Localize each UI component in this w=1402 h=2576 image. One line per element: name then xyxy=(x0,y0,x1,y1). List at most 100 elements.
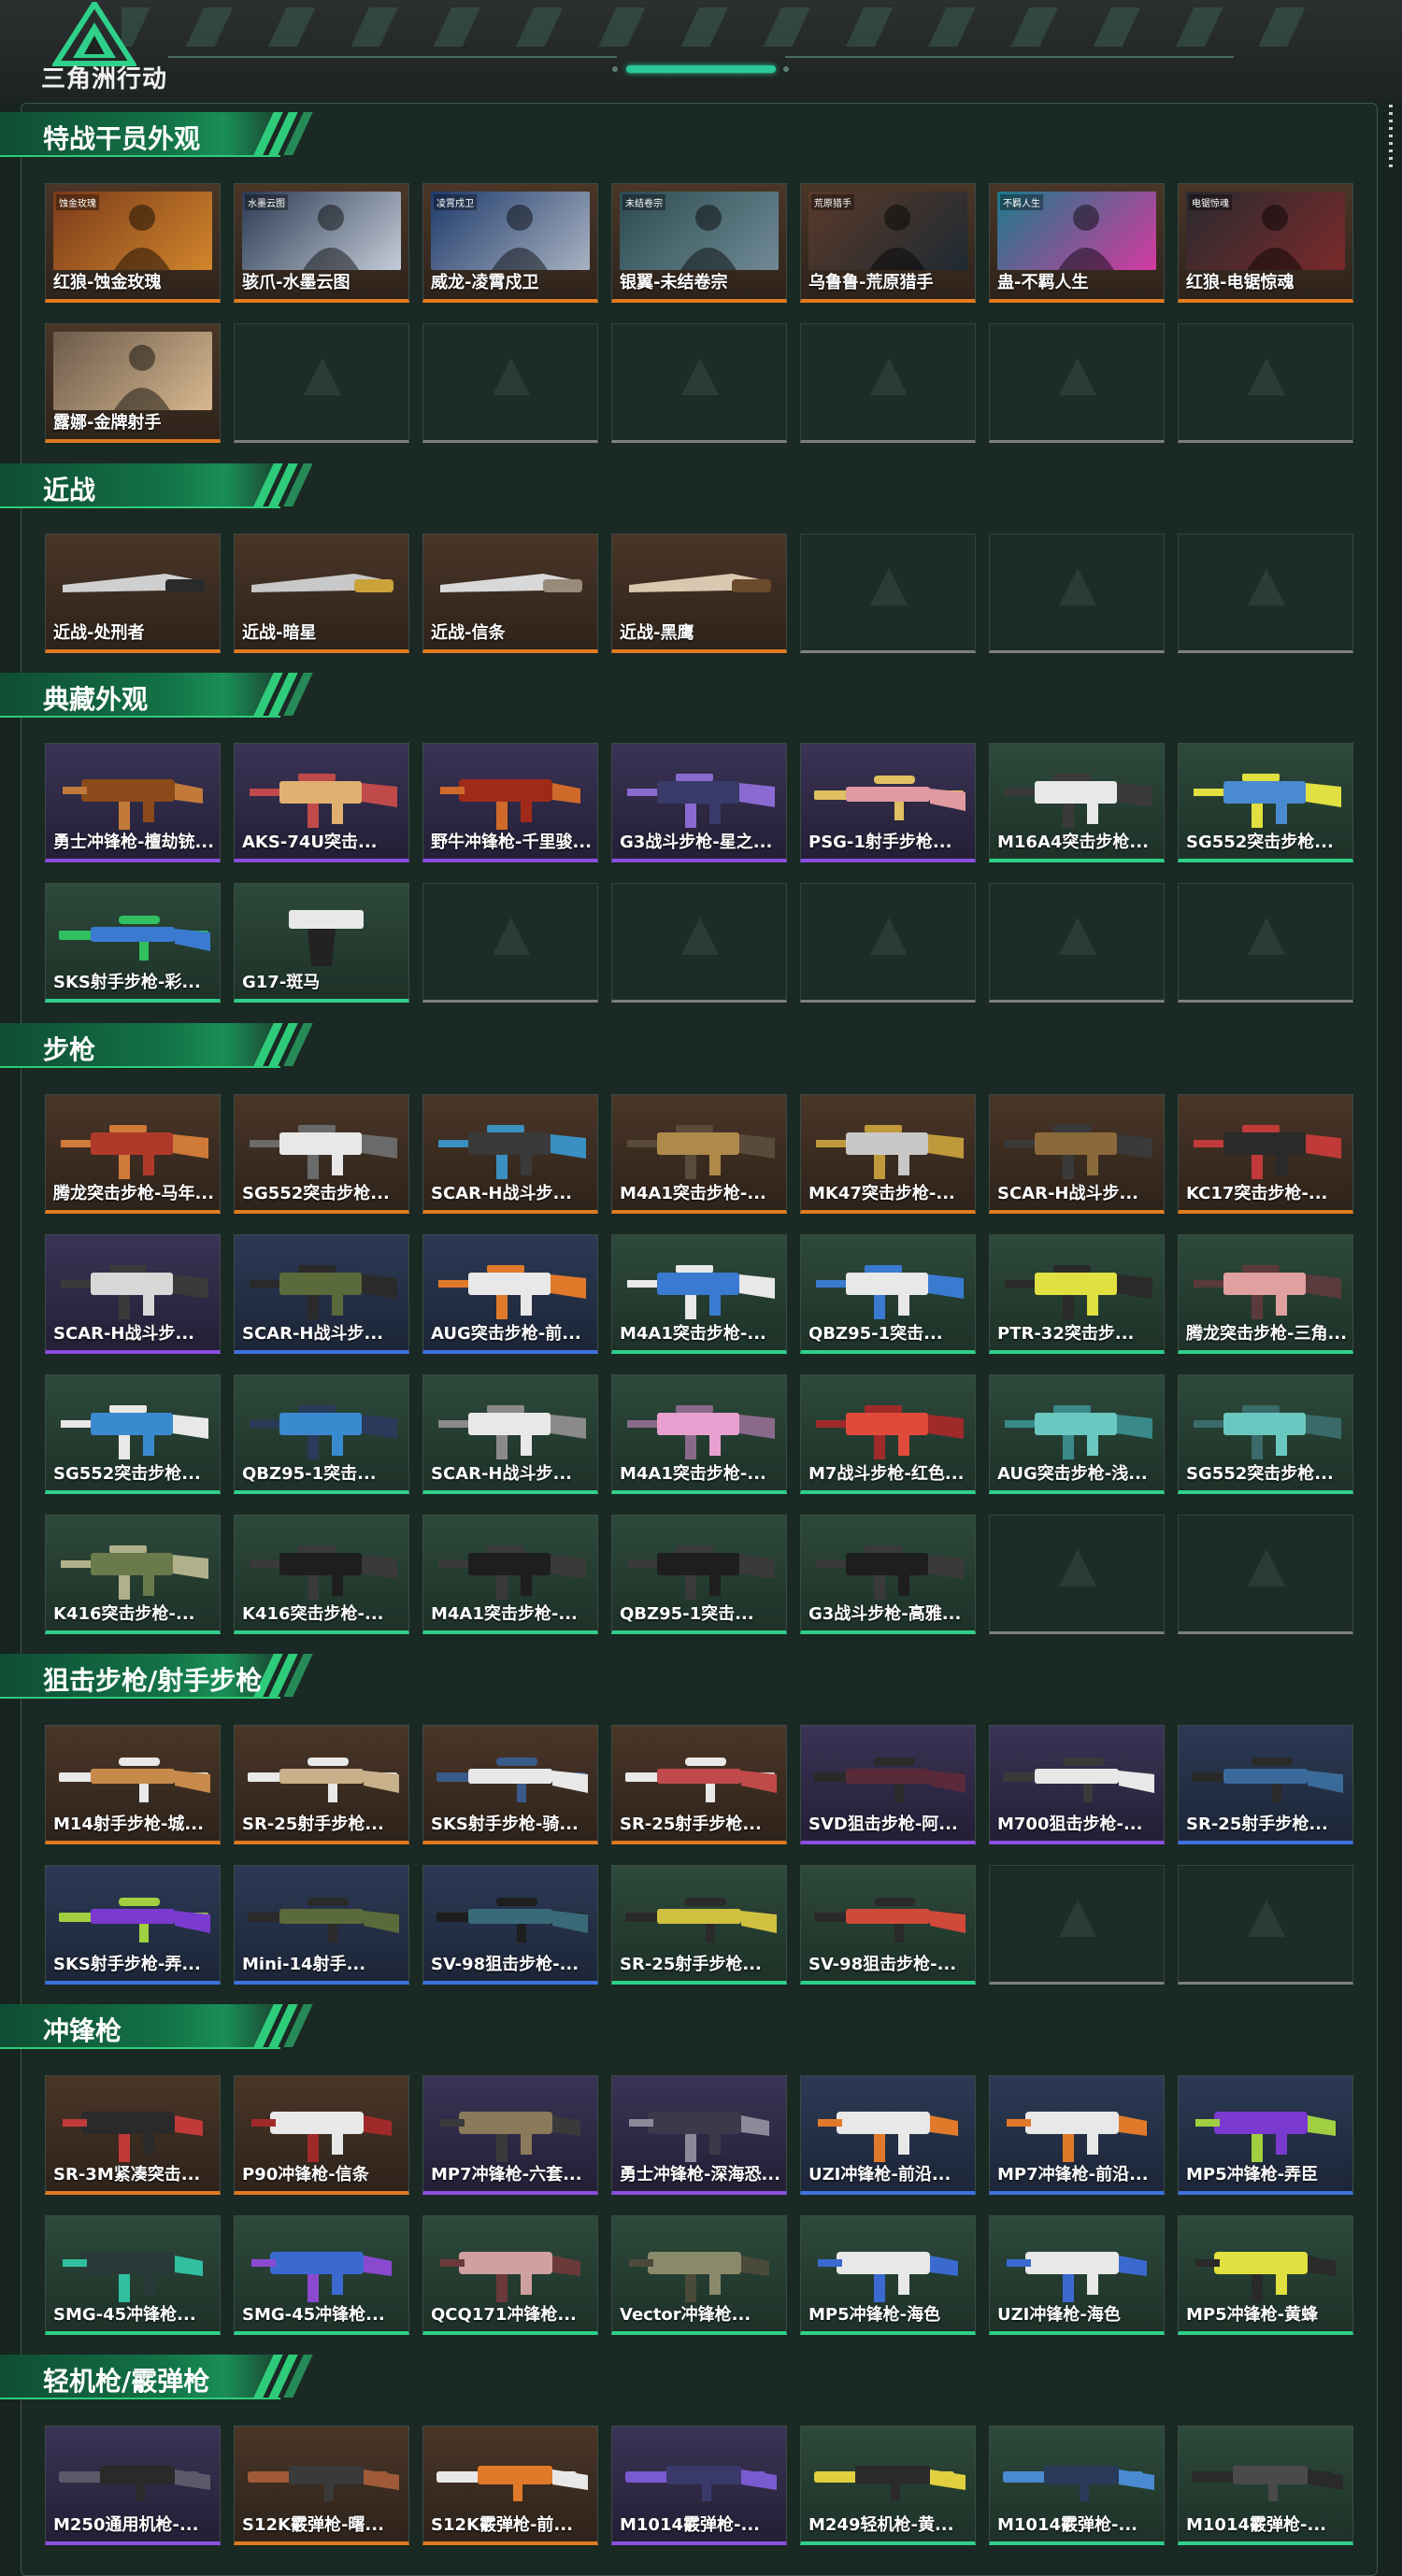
rifle-icon xyxy=(438,1545,586,1600)
skin-card[interactable]: MP5冲锋枪-弄臣 xyxy=(1178,2075,1353,2195)
skin-card[interactable]: SR-3M紧凑突击... xyxy=(45,2075,221,2195)
skin-card[interactable]: 近战-处刑者 xyxy=(45,534,221,653)
skin-card[interactable]: M700狙击步枪-... xyxy=(989,1725,1165,1844)
skin-card[interactable]: SKS射手步枪-弄... xyxy=(45,1865,221,1985)
skin-card[interactable]: QCQ171冲锋枪... xyxy=(422,2215,598,2335)
skin-card[interactable]: K416突击步枪-... xyxy=(45,1515,221,1634)
empty-slot xyxy=(1178,534,1353,653)
skin-card[interactable]: M16A4突击步枪... xyxy=(989,743,1165,862)
skin-card[interactable]: SV-98狙击步枪-... xyxy=(422,1865,598,1985)
skin-card[interactable]: 野牛冲锋枪-千里骏... xyxy=(422,743,598,862)
skin-card[interactable]: SV-98狙击步枪-... xyxy=(800,1865,976,1985)
skin-name: M14射手步枪-城... xyxy=(53,1815,204,1834)
skin-card[interactable]: AKS-74U突击... xyxy=(234,743,409,862)
item-grid-lmg: M250通用机枪-... S12K霰弹枪-曙... S12K霰弹枪-前... M101… xyxy=(45,2426,1355,2545)
skin-card[interactable]: SG552突击步枪... xyxy=(234,1094,409,1214)
skin-card[interactable]: M1014霰弹枪-... xyxy=(611,2426,787,2545)
smg-icon xyxy=(1007,2252,1147,2302)
skin-card[interactable]: G3战斗步枪-星之... xyxy=(611,743,787,862)
skin-name: UZI冲锋枪-前沿... xyxy=(808,2165,951,2185)
skin-card[interactable]: M14射手步枪-城... xyxy=(45,1725,221,1844)
skin-card[interactable]: MP7冲锋枪-前沿... xyxy=(989,2075,1165,2195)
rifle-icon xyxy=(61,1405,208,1459)
skin-card[interactable]: MK47突击步枪-... xyxy=(800,1094,976,1214)
skin-name: 乌鲁鲁-荒原猎手 xyxy=(808,273,934,292)
skin-card[interactable]: 近战-暗星 xyxy=(234,534,409,653)
skin-card[interactable]: PTR-32突击步... xyxy=(989,1234,1165,1354)
skin-card[interactable]: S12K霰弹枪-曙... xyxy=(234,2426,409,2545)
skin-card[interactable]: SG552突击步枪... xyxy=(1178,1374,1353,1494)
skin-card[interactable]: M4A1突击步枪-... xyxy=(611,1234,787,1354)
skin-card[interactable]: 蚀金玫瑰 红狼-蚀金玫瑰 xyxy=(45,183,221,303)
operator-portrait-icon xyxy=(53,332,212,410)
scroll-indicator[interactable] xyxy=(1389,105,1393,170)
skin-card[interactable]: SR-25射手步枪... xyxy=(1178,1725,1353,1844)
skin-name: SR-3M紧凑突击... xyxy=(53,2165,201,2185)
skin-card[interactable]: PSG-1射手步枪... xyxy=(800,743,976,862)
skin-card[interactable]: UZI冲锋枪-海色 xyxy=(989,2215,1165,2335)
skin-card[interactable]: SKS射手步枪-彩... xyxy=(45,883,221,1003)
skin-card[interactable]: SR-25射手步枪... xyxy=(234,1725,409,1844)
skin-card[interactable]: SR-25射手步枪... xyxy=(611,1865,787,1985)
skin-card[interactable]: SG552突击步枪... xyxy=(45,1374,221,1494)
skin-card[interactable]: 腾龙突击步枪-马年... xyxy=(45,1094,221,1214)
skin-card[interactable]: MP5冲锋枪-黄蜂 xyxy=(1178,2215,1353,2335)
skin-card[interactable]: M4A1突击步枪-... xyxy=(422,1515,598,1634)
skin-card[interactable]: QBZ95-1突击... xyxy=(800,1234,976,1354)
skin-card[interactable]: M4A1突击步枪-... xyxy=(611,1094,787,1214)
skin-card[interactable]: M4A1突击步枪-... xyxy=(611,1374,787,1494)
skin-card[interactable]: 水墨云图 骇爪-水墨云图 xyxy=(234,183,409,303)
skin-card[interactable]: SVD狙击步枪-阿... xyxy=(800,1725,976,1844)
skin-card[interactable]: M250通用机枪-... xyxy=(45,2426,221,2545)
skin-card[interactable]: 近战-信条 xyxy=(422,534,598,653)
skin-card[interactable]: SCAR-H战斗步... xyxy=(45,1234,221,1354)
skin-name: SCAR-H战斗步... xyxy=(242,1324,384,1344)
skin-card[interactable]: P90冲锋枪-信条 xyxy=(234,2075,409,2195)
section-header-operators: 特战干员外观 xyxy=(0,112,313,157)
skin-card[interactable]: SCAR-H战斗步... xyxy=(989,1094,1165,1214)
skin-card[interactable]: G17-斑马 xyxy=(234,883,409,1003)
skin-card[interactable]: SCAR-H战斗步... xyxy=(234,1234,409,1354)
skin-card[interactable]: QBZ95-1突击... xyxy=(234,1374,409,1494)
skin-card[interactable]: 近战-黑鹰 xyxy=(611,534,787,653)
skin-card[interactable]: Mini-14射手... xyxy=(234,1865,409,1985)
skin-card[interactable]: 露娜-金牌射手 xyxy=(45,323,221,443)
skin-card[interactable]: SG552突击步枪... xyxy=(1178,743,1353,862)
skin-card[interactable]: SCAR-H战斗步... xyxy=(422,1094,598,1214)
skin-card[interactable]: SCAR-H战斗步... xyxy=(422,1374,598,1494)
skin-card[interactable]: 不羁人生 蛊-不羁人生 xyxy=(989,183,1165,303)
skin-card[interactable]: MP5冲锋枪-海色 xyxy=(800,2215,976,2335)
skin-card[interactable]: S12K霰弹枪-前... xyxy=(422,2426,598,2545)
skin-card[interactable]: 勇士冲锋枪-檀劫铳... xyxy=(45,743,221,862)
skin-card[interactable]: QBZ95-1突击... xyxy=(611,1515,787,1634)
skin-card[interactable]: MP7冲锋枪-六套... xyxy=(422,2075,598,2195)
section-header-rifles: 步枪 xyxy=(0,1023,313,1068)
skin-card[interactable]: M1014霰弹枪-... xyxy=(1178,2426,1353,2545)
skin-card[interactable]: SKS射手步枪-骑... xyxy=(422,1725,598,1844)
skin-card[interactable]: 荒原猎手 乌鲁鲁-荒原猎手 xyxy=(800,183,976,303)
skin-card[interactable]: K416突击步枪-... xyxy=(234,1515,409,1634)
rifle-icon xyxy=(1005,774,1152,828)
skin-card[interactable]: UZI冲锋枪-前沿... xyxy=(800,2075,976,2195)
skin-card[interactable]: M249轻机枪-黄... xyxy=(800,2426,976,2545)
skin-card[interactable]: 未结卷宗 银翼-未结卷宗 xyxy=(611,183,787,303)
skin-card[interactable]: SR-25射手步枪... xyxy=(611,1725,787,1844)
skin-card[interactable]: 腾龙突击步枪-三角... xyxy=(1178,1234,1353,1354)
skin-card[interactable]: M1014霰弹枪-... xyxy=(989,2426,1165,2545)
skin-card[interactable]: 勇士冲锋枪-深海恐... xyxy=(611,2075,787,2195)
skin-card[interactable]: KC17突击步枪-... xyxy=(1178,1094,1353,1214)
skin-card[interactable]: 凌霄戍卫 威龙-凌霄戍卫 xyxy=(422,183,598,303)
rifle-icon xyxy=(627,1125,775,1179)
placeholder-logo-icon xyxy=(493,358,530,395)
skin-card[interactable]: 电锯惊魂 红狼-电锯惊魂 xyxy=(1178,183,1353,303)
pistol-icon xyxy=(289,910,364,966)
skin-name: 近战-处刑者 xyxy=(53,623,145,643)
skin-card[interactable]: M7战斗步枪-红色... xyxy=(800,1374,976,1494)
skin-card[interactable]: AUG突击步枪-前... xyxy=(422,1234,598,1354)
skin-card[interactable]: SMG-45冲锋枪... xyxy=(45,2215,221,2335)
skin-card[interactable]: AUG突击步枪-浅... xyxy=(989,1374,1165,1494)
skin-card[interactable]: SMG-45冲锋枪... xyxy=(234,2215,409,2335)
skin-name: QBZ95-1突击... xyxy=(620,1604,754,1624)
skin-card[interactable]: Vector冲锋枪... xyxy=(611,2215,787,2335)
skin-card[interactable]: G3战斗步枪-高雅... xyxy=(800,1515,976,1634)
